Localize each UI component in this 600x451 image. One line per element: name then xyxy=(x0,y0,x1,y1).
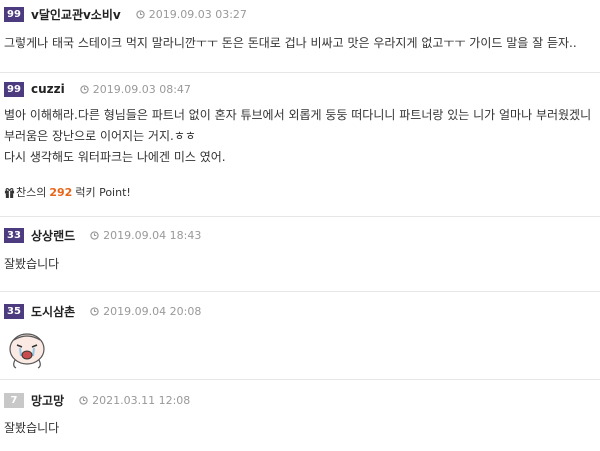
comment-line: 별아 이해해라.다른 형님들은 파트너 없이 혼자 튜브에서 외롭게 둥둥 떠다… xyxy=(4,108,592,122)
comment-header: 35 도시삼촌 2019.09.04 20:08 xyxy=(4,302,201,320)
timestamp: 2019.09.03 03:27 xyxy=(136,8,247,21)
comment-text: 별아 이해해라.다른 형님들은 파트너 없이 혼자 튜브에서 외롭게 둥둥 떠다… xyxy=(4,105,591,168)
lucky-prefix: 찬스의 xyxy=(16,186,47,199)
comment-line: 잘봤습니다 xyxy=(4,421,60,435)
comment-text: 잘봤습니다 xyxy=(4,254,59,275)
clock-icon xyxy=(79,395,88,405)
timestamp: 2019.09.04 18:43 xyxy=(90,229,201,242)
comment-line: 부러움은 장난으로 이어지는 거지.ㅎㅎ xyxy=(4,129,196,143)
clock-icon xyxy=(136,9,145,19)
timestamp: 2019.09.03 08:47 xyxy=(80,83,191,96)
clock-icon xyxy=(90,230,99,240)
timestamp-text: 2021.03.11 12:08 xyxy=(92,393,191,407)
timestamp-text: 2019.09.04 18:43 xyxy=(103,228,202,242)
nickname[interactable]: cuzzi xyxy=(31,82,65,96)
nickname[interactable]: 망고망 xyxy=(31,392,64,409)
comment-header: 7 망고망 2021.03.11 12:08 xyxy=(4,391,190,409)
comment-line: 잘봤습니다 xyxy=(4,257,60,271)
nickname[interactable]: v달인교관v소비v xyxy=(31,6,121,23)
timestamp-text: 2019.09.03 08:47 xyxy=(92,82,191,96)
comment-line: 그렇게나 태국 스테이크 먹지 말라니깐ㅜㅜ 돈은 돈대로 겁나 비싸고 맛은 … xyxy=(4,36,577,50)
comment-header: 99 cuzzi 2019.09.03 08:47 xyxy=(4,80,191,98)
comment-header: 99 v달인교관v소비v 2019.09.03 03:27 xyxy=(4,5,247,23)
clock-icon xyxy=(80,84,89,94)
comment-item: 7 망고망 2021.03.11 12:08 잘봤습니다 xyxy=(0,379,600,451)
timestamp: 2021.03.11 12:08 xyxy=(79,394,190,407)
clock-icon xyxy=(90,306,99,316)
lucky-number: 292 xyxy=(49,185,73,199)
comment-item: 99 v달인교관v소비v 2019.09.03 03:27 그렇게나 태국 스테… xyxy=(0,0,600,72)
gift-icon xyxy=(4,187,15,198)
lucky-point: 찬스의 292 럭키 Point! xyxy=(4,184,131,200)
comment-item: 33 상상랜드 2019.09.04 18:43 잘봤습니다 xyxy=(0,216,600,292)
level-badge: 7 xyxy=(4,392,24,408)
comment-text: 그렇게나 태국 스테이크 먹지 말라니깐ㅜㅜ 돈은 돈대로 겁나 비싸고 맛은 … xyxy=(4,33,577,54)
comment-text: 잘봤습니다 xyxy=(4,418,59,439)
nickname[interactable]: 상상랜드 xyxy=(31,227,75,244)
level-badge: 99 xyxy=(4,81,24,97)
level-badge: 99 xyxy=(4,6,24,22)
nickname[interactable]: 도시삼촌 xyxy=(31,303,75,320)
comment-line: 다시 생각해도 워터파크는 나에겐 미스 였어. xyxy=(4,150,226,164)
comment-item: 99 cuzzi 2019.09.03 08:47 별아 이해해라.다른 형님들… xyxy=(0,72,600,217)
timestamp-text: 2019.09.04 20:08 xyxy=(103,304,202,318)
level-badge: 35 xyxy=(4,303,24,319)
comment-header: 33 상상랜드 2019.09.04 18:43 xyxy=(4,226,201,244)
comment-item: 35 도시삼촌 2019.09.04 20:08 xyxy=(0,291,600,380)
timestamp-text: 2019.09.03 03:27 xyxy=(148,7,247,21)
lucky-suffix: 럭키 Point! xyxy=(75,186,131,199)
timestamp: 2019.09.04 20:08 xyxy=(90,305,201,318)
level-badge: 33 xyxy=(4,227,24,243)
crying-emoticon-icon xyxy=(9,333,45,369)
